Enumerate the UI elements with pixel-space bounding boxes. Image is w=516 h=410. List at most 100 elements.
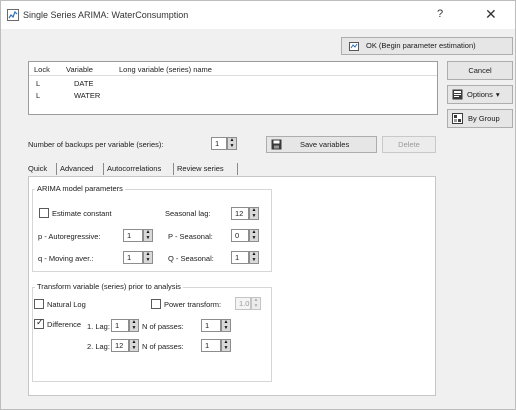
backups-spin-arrows[interactable]: ▲ ▼ [227, 137, 237, 150]
p-autoregressive-arrows[interactable]: ▲ ▼ [143, 229, 153, 242]
check-icon: ✓ [36, 317, 44, 327]
lag1-spinner[interactable]: 1 ▲ ▼ [111, 319, 139, 332]
spin-down-icon[interactable]: ▼ [251, 236, 257, 241]
seasonal-lag-input[interactable]: 12 [231, 207, 249, 220]
Q-seasonal-label: Q - Seasonal: [168, 254, 214, 263]
save-icon [271, 139, 282, 150]
q-moving-aver-input[interactable]: 1 [123, 251, 143, 264]
natural-log-label: Natural Log [47, 300, 86, 309]
tab-autocorrelations[interactable]: Autocorrelations [107, 161, 161, 176]
tab-review-series[interactable]: Review series [177, 161, 224, 176]
arima-group-title: ARIMA model parameters [35, 184, 125, 193]
tab-divider [173, 163, 174, 175]
difference-label: Difference [47, 320, 82, 329]
power-transform-spinner[interactable]: 1.0 ▲ ▼ [235, 297, 261, 310]
column-header-long-name[interactable]: Long variable (series) name [119, 65, 212, 74]
by-group-button-label: By Group [468, 113, 500, 123]
n-passes1-arrows[interactable]: ▲ ▼ [221, 319, 231, 332]
n-passes2-input[interactable]: 1 [201, 339, 221, 352]
table-row[interactable]: L WATER [29, 90, 437, 101]
column-header-variable[interactable]: Variable [66, 65, 93, 74]
p-autoregressive-label: p - Autoregressive: [38, 232, 101, 241]
n-passes2-spinner[interactable]: 1 ▲ ▼ [201, 339, 231, 352]
q-moving-aver-spinner[interactable]: 1 ▲ ▼ [123, 251, 153, 264]
by-group-button[interactable]: By Group [447, 109, 513, 128]
help-button[interactable]: ? [437, 8, 443, 20]
q-moving-aver-label: q - Moving aver.: [38, 254, 94, 263]
cancel-button[interactable]: Cancel [447, 61, 513, 80]
ok-button[interactable]: OK (Begin parameter estimation) [341, 37, 513, 55]
n-passes1-spinner[interactable]: 1 ▲ ▼ [201, 319, 231, 332]
save-variables-label: Save variables [300, 139, 350, 149]
p-autoregressive-spinner[interactable]: 1 ▲ ▼ [123, 229, 153, 242]
cell-lock: L [36, 91, 41, 100]
Q-seasonal-input[interactable]: 1 [231, 251, 249, 264]
delete-button-label: Delete [398, 139, 420, 149]
lag1-arrows[interactable]: ▲ ▼ [129, 319, 139, 332]
cancel-button-label: Cancel [468, 65, 492, 75]
difference-checkbox[interactable]: ✓ [34, 317, 44, 329]
lag2-spinner[interactable]: 12 ▲ ▼ [111, 339, 139, 352]
spin-down-icon[interactable]: ▼ [229, 144, 235, 149]
lag2-input[interactable]: 12 [111, 339, 129, 352]
variable-list[interactable]: Lock Variable Long variable (series) nam… [28, 61, 438, 115]
backups-input[interactable]: 1 [211, 137, 227, 150]
variable-list-header: Lock Variable Long variable (series) nam… [29, 62, 437, 76]
tab-quick[interactable]: Quick [28, 161, 47, 176]
cell-variable: DATE [74, 79, 94, 88]
lag1-input[interactable]: 1 [111, 319, 129, 332]
options-button[interactable]: Options ▾ [447, 85, 513, 104]
close-button[interactable]: ✕ [485, 6, 497, 23]
Q-seasonal-arrows[interactable]: ▲ ▼ [249, 251, 259, 264]
save-variables-button[interactable]: Save variables [266, 136, 377, 153]
spin-down-icon[interactable]: ▼ [251, 258, 257, 263]
spin-down-icon[interactable]: ▼ [145, 258, 151, 263]
seasonal-lag-label: Seasonal lag: [165, 209, 211, 218]
cell-lock: L [36, 79, 41, 88]
table-row[interactable]: L DATE [29, 78, 437, 89]
by-group-icon [452, 113, 463, 124]
backups-spinner[interactable]: 1 ▲ ▼ [211, 137, 237, 150]
n-passes2-label: N of passes: [142, 342, 184, 351]
spin-down-icon[interactable]: ▼ [223, 346, 229, 351]
spin-down-icon[interactable]: ▼ [251, 214, 257, 219]
P-seasonal-arrows[interactable]: ▲ ▼ [249, 229, 259, 242]
tab-advanced[interactable]: Advanced [60, 161, 93, 176]
power-transform-input[interactable]: 1.0 [235, 297, 251, 310]
p-autoregressive-input[interactable]: 1 [123, 229, 143, 242]
title-bar[interactable]: Single Series ARIMA: WaterConsumption ? … [1, 1, 515, 29]
lag2-arrows[interactable]: ▲ ▼ [129, 339, 139, 352]
P-seasonal-spinner[interactable]: 0 ▲ ▼ [231, 229, 259, 242]
n-passes2-arrows[interactable]: ▲ ▼ [221, 339, 231, 352]
run-icon [349, 41, 359, 51]
seasonal-lag-arrows[interactable]: ▲ ▼ [249, 207, 259, 220]
cell-variable: WATER [74, 91, 101, 100]
backups-label: Number of backups per variable (series): [28, 140, 164, 149]
options-button-label: Options [467, 89, 493, 99]
Q-seasonal-spinner[interactable]: 1 ▲ ▼ [231, 251, 259, 264]
ok-button-label: OK (Begin parameter estimation) [366, 41, 476, 51]
n-passes1-label: N of passes: [142, 322, 184, 331]
n-passes1-input[interactable]: 1 [201, 319, 221, 332]
q-moving-aver-arrows[interactable]: ▲ ▼ [143, 251, 153, 264]
dropdown-arrow-icon: ▾ [495, 89, 500, 99]
tab-divider [103, 163, 104, 175]
estimate-constant-checkbox[interactable] [39, 208, 49, 218]
natural-log-checkbox[interactable] [34, 299, 44, 309]
column-header-lock[interactable]: Lock [34, 65, 50, 74]
delete-button[interactable]: Delete [382, 136, 436, 153]
power-transform-checkbox[interactable] [151, 299, 161, 309]
lag1-label: 1. Lag: [87, 322, 110, 331]
window-title: Single Series ARIMA: WaterConsumption [23, 10, 189, 20]
estimate-constant-label: Estimate constant [52, 209, 112, 218]
spin-down-icon[interactable]: ▼ [131, 346, 137, 351]
P-seasonal-input[interactable]: 0 [231, 229, 249, 242]
spin-down-icon[interactable]: ▼ [145, 236, 151, 241]
power-transform-arrows[interactable]: ▲ ▼ [251, 297, 261, 310]
spin-down-icon[interactable]: ▼ [253, 304, 259, 309]
tab-divider [237, 163, 238, 175]
options-icon [452, 89, 463, 100]
spin-down-icon[interactable]: ▼ [223, 326, 229, 331]
spin-down-icon[interactable]: ▼ [131, 326, 137, 331]
seasonal-lag-spinner[interactable]: 12 ▲ ▼ [231, 207, 259, 220]
